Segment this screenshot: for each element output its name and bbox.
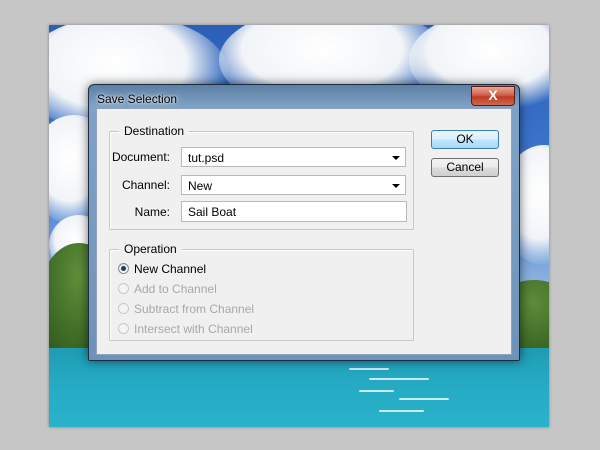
operation-legend: Operation: [119, 242, 182, 256]
water-glint: [369, 378, 429, 380]
radio-button: [118, 303, 129, 314]
close-button[interactable]: X: [471, 86, 515, 106]
destination-group: Destination Document: tut.psd Channel: N…: [109, 124, 414, 230]
close-icon: X: [488, 87, 498, 103]
cancel-button[interactable]: Cancel: [431, 158, 499, 177]
name-label: Name:: [134, 205, 170, 219]
channel-select[interactable]: New: [181, 175, 406, 195]
document-select[interactable]: tut.psd: [181, 147, 406, 167]
radio-label: Subtract from Channel: [134, 302, 255, 316]
water-glint: [399, 398, 449, 400]
name-value: Sail Boat: [188, 205, 237, 219]
destination-legend: Destination: [119, 124, 190, 138]
dialog-content: Destination Document: tut.psd Channel: N…: [96, 108, 512, 355]
radio-label: Intersect with Channel: [134, 322, 253, 336]
radio-label: New Channel: [134, 262, 207, 276]
operation-group: Operation New Channel Add to Channel Sub…: [109, 242, 414, 341]
chevron-down-icon: [392, 156, 400, 160]
name-field[interactable]: Sail Boat: [181, 201, 407, 222]
water-glint: [359, 390, 394, 392]
dialog-title: Save Selection: [97, 92, 178, 106]
document-label: Document:: [111, 150, 170, 164]
water-glint: [379, 410, 424, 412]
channel-label: Channel:: [121, 178, 170, 192]
document-value: tut.psd: [188, 151, 225, 165]
chevron-down-icon: [392, 184, 400, 188]
radio-button: [118, 283, 129, 294]
save-selection-dialog: Save Selection X Destination Document: t…: [88, 84, 520, 361]
water-glint: [349, 368, 389, 370]
radio-label: Add to Channel: [134, 282, 217, 296]
radio-button: [118, 323, 129, 334]
channel-value: New: [188, 179, 213, 193]
ok-button[interactable]: OK: [431, 130, 499, 149]
radio-button[interactable]: [118, 263, 129, 274]
